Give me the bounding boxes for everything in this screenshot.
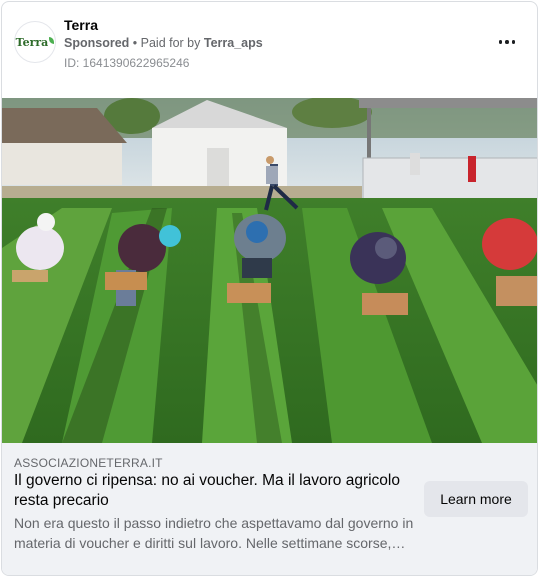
ad-image[interactable]	[2, 98, 537, 443]
ad-header: Terra Terra Sponsored • Paid for by Terr…	[2, 2, 537, 98]
paid-for-prefix: Paid for by	[140, 36, 204, 50]
more-options-button[interactable]	[495, 30, 519, 54]
ad-card: Terra Terra Sponsored • Paid for by Terr…	[1, 1, 538, 576]
link-preview[interactable]: ASSOCIAZIONETERRA.IT Il governo ci ripen…	[2, 443, 537, 575]
sponsored-label: Sponsored	[64, 36, 130, 50]
leaf-icon	[49, 36, 55, 44]
sponsored-line: Sponsored • Paid for by Terra_aps	[64, 36, 263, 50]
link-description: Non era questo il passo indietro che asp…	[14, 515, 414, 551]
link-domain: ASSOCIAZIONETERRA.IT	[14, 456, 163, 470]
page-avatar[interactable]: Terra	[14, 21, 56, 63]
farmworkers-photo	[2, 98, 537, 443]
more-dot	[511, 40, 516, 44]
link-headline[interactable]: Il governo ci ripensa: no ai voucher. Ma…	[14, 471, 412, 511]
terra-logo: Terra	[16, 36, 55, 49]
payer-name[interactable]: Terra_aps	[204, 36, 263, 50]
more-horizontal-icon	[498, 40, 503, 44]
learn-more-button[interactable]: Learn more	[424, 481, 528, 517]
page-name[interactable]: Terra	[64, 17, 98, 33]
meta-separator: •	[129, 36, 141, 50]
more-dot	[505, 40, 509, 44]
ad-id: ID: 1641390622965246	[64, 56, 190, 70]
